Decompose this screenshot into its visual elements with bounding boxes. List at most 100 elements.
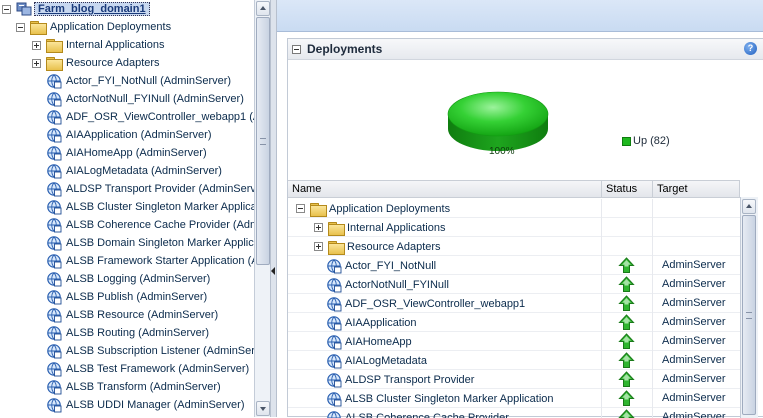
web-app-icon [326,353,342,369]
row-name[interactable]: ActorNotNull_FYINull [342,279,449,291]
tree-item-label: ALSB Cluster Singleton Marker Applicati [62,201,254,213]
status-cell [602,275,653,294]
tree-item-app[interactable]: ALSB Logging (AdminServer) [46,270,210,288]
table-row[interactable]: ActorNotNull_FYINullAdminServer [288,275,740,294]
pane-splitter[interactable] [270,0,277,417]
table-row[interactable]: ADF_OSR_ViewController_webapp1AdminServe… [288,294,740,313]
column-header-target[interactable]: Target [653,181,740,198]
expand-icon[interactable] [32,59,41,68]
target-cell: AdminServer [653,370,740,389]
collapse-icon[interactable] [296,204,305,213]
web-app-icon [46,361,62,377]
navigator-scrollbar[interactable] [254,0,270,417]
status-cell [602,332,653,351]
scrollbar-thumb[interactable] [742,215,756,415]
name-cell-content: AIALogMetadata [326,351,427,370]
legend-label-up: Up (82) [633,135,670,147]
row-name[interactable]: ALSB Coherence Cache Provider [342,412,509,418]
tree-item-app[interactable]: ALSB UDDI Manager (AdminServer) [46,396,245,414]
folder-icon [46,39,62,51]
tree-item-folder[interactable]: Resource Adapters [32,54,160,72]
column-header-name[interactable]: Name [288,181,602,198]
table-scrollbar[interactable] [740,197,758,418]
tree-item-app[interactable]: ALSB Framework Starter Application (A [46,252,254,270]
tree-item-label: AIAApplication (AdminServer) [62,129,212,141]
domain-label[interactable]: Farm_blog_domain1 [34,2,150,16]
web-app-icon [46,289,62,305]
status-cell [602,294,653,313]
tree-item-label: ALSB Test Framework (AdminServer) [62,363,249,375]
scroll-down-button[interactable] [256,401,270,416]
name-cell-content: ADF_OSR_ViewController_webapp1 [326,294,525,313]
expand-icon[interactable] [314,242,323,251]
table-row[interactable]: ALSB Cluster Singleton Marker Applicatio… [288,389,740,408]
tree-root-domain[interactable]: Farm_blog_domain1 [2,0,150,18]
table-row[interactable]: Resource Adapters [288,237,740,256]
tree-item-app[interactable]: ALSB Domain Singleton Marker Applicat [46,234,254,252]
collapse-icon[interactable] [16,23,25,32]
target-cell: AdminServer [653,256,740,275]
row-name[interactable]: AIALogMetadata [342,355,427,367]
tree-item-app[interactable]: AIAApplication (AdminServer) [46,126,212,144]
tree-item-app[interactable]: ALSB Subscription Listener (AdminServe [46,342,254,360]
row-name[interactable]: Internal Applications [344,222,445,234]
table-row[interactable]: Application Deployments [288,199,740,218]
scrollbar-thumb[interactable] [256,17,270,265]
target-cell: AdminServer [653,351,740,370]
tree-item-folder[interactable]: Internal Applications [32,36,164,54]
tree-item-application-deployments[interactable]: Application Deployments [16,18,171,36]
web-app-icon [46,109,62,125]
up-arrow-icon [618,276,635,293]
row-name[interactable]: ALSB Cluster Singleton Marker Applicatio… [342,393,554,405]
tree-item-app[interactable]: ActorNotNull_FYINull (AdminServer) [46,90,244,108]
tree-item-label: ALSB Coherence Cache Provider (Admi [62,219,254,231]
tree-item-app[interactable]: ALDSP Transport Provider (AdminServe [46,180,254,198]
tree-item-label: AIAHomeApp (AdminServer) [62,147,207,159]
name-cell: AIALogMetadata [288,351,602,370]
row-name[interactable]: ADF_OSR_ViewController_webapp1 [342,298,525,310]
table-row[interactable]: AIALogMetadata AdminServer [288,351,740,370]
tree-item-app[interactable]: ALSB Resource (AdminServer) [46,306,218,324]
row-name[interactable]: Actor_FYI_NotNull [342,260,436,272]
name-cell: ALDSP Transport Provider [288,370,602,389]
tree-item-app[interactable]: AIALogMetadata (AdminServer) [46,162,222,180]
tree-item-app[interactable]: ALSB Routing (AdminServer) [46,324,209,342]
status-cell [602,389,653,408]
collapse-icon[interactable] [2,5,11,14]
tree-item-app[interactable]: AIAHomeApp (AdminServer) [46,144,207,162]
tree-item-app[interactable]: Actor_FYI_NotNull (AdminServer) [46,72,231,90]
row-name[interactable]: AIAApplication [342,317,417,329]
name-cell: Internal Applications [288,218,602,237]
tree-item-app[interactable]: ALSB Cluster Singleton Marker Applicati [46,198,254,216]
row-name[interactable]: Resource Adapters [344,241,441,253]
row-name[interactable]: Application Deployments [326,203,450,215]
help-icon[interactable]: ? [744,42,757,55]
panel-title: Deployments [307,42,382,56]
legend-swatch-up [622,137,631,146]
domain-icon [16,1,32,17]
row-name[interactable]: AIAHomeApp [342,336,412,348]
scroll-up-button[interactable] [256,1,270,16]
table-row[interactable]: ALDSP Transport Provider AdminServer [288,370,740,389]
row-name[interactable]: ALDSP Transport Provider [342,374,474,386]
tree-item-label: ALSB Subscription Listener (AdminServe [62,345,254,357]
tree-item-app[interactable]: ALSB Transform (AdminServer) [46,378,221,396]
expand-icon[interactable] [314,223,323,232]
tree-item-app[interactable]: ALSB Publish (AdminServer) [46,288,207,306]
table-row[interactable]: AIAApplicationAdminServer [288,313,740,332]
collapse-panel-icon[interactable] [292,45,301,54]
tree-item-label: Actor_FYI_NotNull (AdminServer) [62,75,231,87]
scroll-up-button[interactable] [742,199,756,214]
expand-icon[interactable] [32,41,41,50]
table-row[interactable]: AIAHomeAppAdminServer [288,332,740,351]
column-header-status[interactable]: Status [602,181,653,198]
tree-item-app[interactable]: ALSB Test Framework (AdminServer) [46,360,249,378]
collapse-left-icon[interactable] [271,262,276,280]
table-row[interactable]: Actor_FYI_NotNull AdminServer [288,256,740,275]
web-app-icon [326,372,342,388]
tree-item-label: ALSB UDDI Manager (AdminServer) [62,399,245,411]
up-arrow-icon [618,295,635,312]
tree-item-app[interactable]: ALSB Coherence Cache Provider (Admi [46,216,254,234]
tree-item-app[interactable]: ADF_OSR_ViewController_webapp1 (A [46,108,254,126]
table-row[interactable]: Internal Applications [288,218,740,237]
